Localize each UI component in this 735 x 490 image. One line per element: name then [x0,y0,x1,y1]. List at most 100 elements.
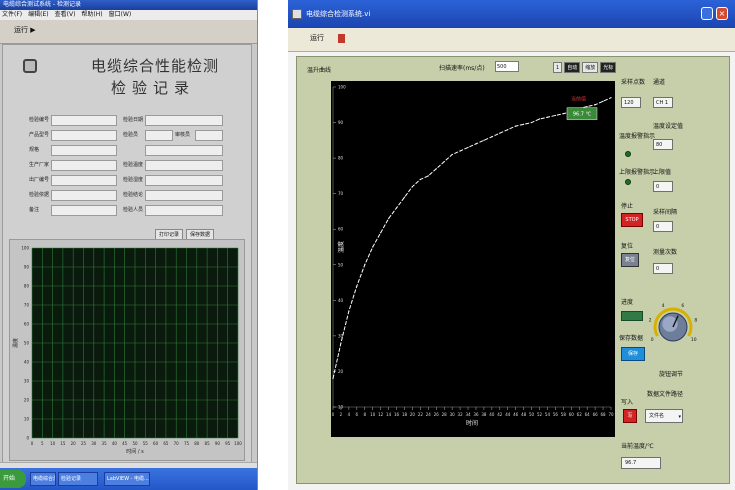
chart-tool-auto[interactable]: 自动 [564,61,581,73]
front-panel: 温升曲线 扫描速率(ms/点) 500 1 自动 缩放 光标 0 2 4 6 8 10 12… [296,56,730,484]
y-tick-label: 20 [338,369,344,374]
taskbar-item[interactable]: 电缆综合测... [30,472,56,486]
stop-button[interactable]: STOP [621,213,643,227]
x-tick-label: 22 [418,412,424,417]
form-field[interactable] [145,130,173,141]
y-tick-label: 40 [338,298,344,303]
form-label: 检验依据 [29,192,49,198]
upper-limit-field[interactable]: 0 [653,181,673,192]
scan-rate-input[interactable]: 500 [495,61,519,72]
knob-control[interactable]: 0 2 4 6 8 10 [643,293,703,363]
record-subtitle: 检验记录 [111,79,196,97]
taskbar-item[interactable]: 检验记录 [58,472,98,486]
x-tick-label: 90 [215,441,221,446]
form-label: 检验温度 [123,162,143,168]
x-tick-label: 4 [348,412,351,417]
form-field[interactable] [145,115,223,126]
x-tick-label: 2 [340,412,343,417]
y-tick-label: 10 [338,405,344,410]
x-tick-label: 25 [81,441,87,446]
x-tick-label: 60 [569,412,575,417]
run-button[interactable]: 运行 [310,33,324,43]
menu-help[interactable]: 帮助(H) [81,10,102,20]
x-tick-label: 20 [71,441,77,446]
x-tick-label: 50 [132,441,138,446]
form-field[interactable] [145,190,223,201]
data-point [459,150,461,152]
x-tick-label: 26 [434,412,440,417]
x-tick-label: 0 [332,412,335,417]
upper-limit-label: 上限值 [653,169,672,176]
form-field[interactable] [145,145,223,156]
reset-button[interactable]: 复位 [621,253,639,267]
data-point [538,118,541,120]
y-tick-label: 0 [26,436,29,441]
data-point [602,100,604,102]
form-label: 检验结论 [123,192,143,198]
y-tick-label: 80 [338,156,344,161]
y-axis-label: 温度 [12,338,19,348]
data-point [507,129,509,131]
taskbar-item[interactable]: LabVIEW - 电缆... [104,472,150,486]
x-tick-label: 65 [163,441,169,446]
form-field[interactable] [51,175,117,186]
menu-view[interactable]: 查看(V) [55,10,76,20]
waveform-chart[interactable]: 0 2 4 6 8 10 12 14 16 18 20 22 24 26 28 30 32 34 36 38 40 42 4… [331,81,615,437]
form-field[interactable] [51,115,117,126]
write-button[interactable]: 写 [623,409,637,423]
data-point [388,217,390,220]
right-toolbar: 运行 [288,28,735,52]
left-window-titlebar[interactable]: 电缆综合测试系统 - 检测记录 [0,0,257,10]
x-tick-label: 10 [370,412,376,417]
chevron-down-icon[interactable]: ▾ [678,411,681,424]
y-tick-label: 90 [24,265,30,270]
save-label: 保存数据 [619,335,644,342]
left-window: 电缆综合测试系统 - 检测记录 文件(F) 编辑(E) 查看(V) 帮助(H) … [0,0,258,490]
chart-tool-zoom[interactable]: 缩放 [582,61,599,73]
form-field[interactable] [195,130,223,141]
form-label: 产品型号 [29,132,49,138]
y-tick-label: 30 [24,379,30,384]
menu-window[interactable]: 窗口(W) [109,10,132,20]
minimize-button[interactable] [701,7,713,20]
menu-file[interactable]: 文件(F) [2,10,22,20]
form-field[interactable] [51,190,117,201]
sample-count-field[interactable]: 120 [621,97,641,108]
form-field[interactable] [145,205,223,216]
sample-count-label: 采样点数 [621,79,646,86]
x-tick-label: 14 [386,412,392,417]
stop-icon[interactable] [338,34,345,43]
save-button[interactable]: 保存 [621,347,645,361]
form-field[interactable] [145,175,223,186]
knob-tick-label: 10 [691,337,697,343]
form-field[interactable] [51,130,117,141]
x-tick-label: 40 [112,441,118,446]
form-field[interactable] [51,160,117,171]
data-point [435,168,437,170]
alarm2-label: 上限报警指示 [619,169,656,176]
channel-field[interactable]: CH 1 [653,97,673,108]
count-field[interactable]: 0 [653,263,673,274]
progress-indicator [621,311,643,321]
form-row: 备注 检验人员 [29,205,225,217]
run-button[interactable]: 运行 ▶ [14,25,36,35]
knob-tick-label: 4 [662,303,665,309]
interval-field[interactable]: 0 [653,221,673,232]
form-field[interactable] [51,145,117,156]
x-tick-label: 34 [465,412,471,417]
form-field[interactable] [145,160,223,171]
knob-tick-label: 8 [694,318,697,324]
start-button[interactable]: 开始 [0,470,26,488]
alarm2-led [625,179,631,185]
close-button[interactable]: × [716,7,728,20]
data-point [523,123,525,125]
setpoint-field[interactable]: 80 [653,139,673,150]
chart-tool-1[interactable]: 1 [553,61,563,73]
menu-edit[interactable]: 编辑(E) [28,10,48,20]
form-field[interactable] [51,205,117,216]
write-label: 写入 [621,399,634,406]
right-window-titlebar[interactable]: 电缆综合检测系统.vi [288,0,735,28]
app-icon [292,9,302,19]
chart-tool-cursor[interactable]: 光标 [600,61,617,73]
file-select[interactable]: 文件名 ▾ [645,409,683,423]
